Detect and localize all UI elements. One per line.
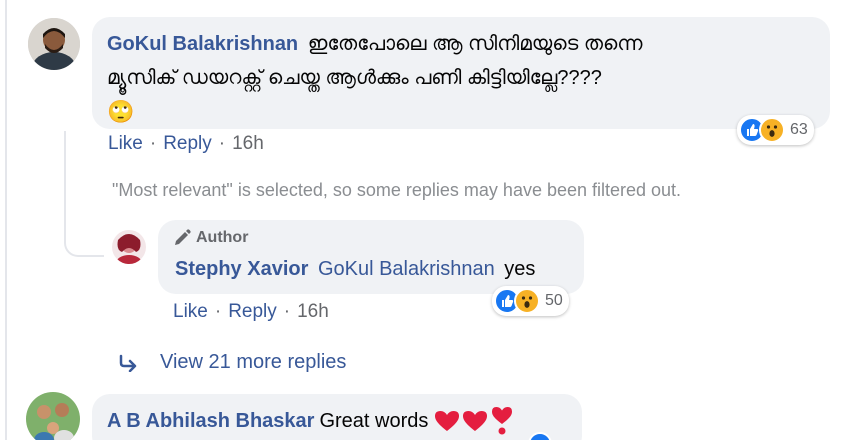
separator-dot: · [283,301,291,322]
reply-actions: Like · Reply · 16h [173,301,329,323]
filter-notice: "Most relevant" is selected, so some rep… [112,180,682,200]
comment-text-line1: ഇതേപോലെ ആ സിനിമയുടെ തന്നെ [307,33,643,55]
comment2-author-link[interactable]: A B Abhilash Bhaskar [107,410,314,433]
timestamp-link[interactable]: 16h [232,133,264,155]
author-badge: Author [172,228,248,248]
reaction-count: 63 [790,121,808,138]
wow-reaction-icon [759,117,785,143]
timestamp-link[interactable]: 16h [297,301,329,323]
comment2-text: Great words [319,409,429,432]
reply-connector [64,131,104,257]
view-more-label: View 21 more replies [160,351,347,373]
reply-button[interactable]: Reply [163,133,212,155]
reply-arrow-icon [118,354,140,372]
heart-exclamation-icon [491,406,513,436]
comment-author-link[interactable]: GoKul Balakrishnan [107,33,298,55]
heart-icon [462,409,488,433]
avatar-abhilash[interactable] [26,392,80,440]
avatar-stephy[interactable] [112,230,146,264]
like-button[interactable]: Like [173,301,208,323]
comment-body: GoKul Balakrishnan ഇതേപോലെ ആ സിനിമയുടെ ത… [107,27,822,129]
pencil-icon [172,228,192,248]
reply-button[interactable]: Reply [228,301,277,323]
reply-reactions-summary[interactable]: 50 [492,286,569,316]
heart-icon [434,409,460,433]
view-more-replies-button[interactable]: View 21 more replies [118,351,346,374]
reaction-count: 50 [545,292,563,309]
eye-roll-emoji: 🙄 [107,99,135,124]
comment-actions: Like · Reply · 16h [108,133,264,155]
reply-body: Stephy Xavior GoKul Balakrishnan yes [175,258,535,281]
reply-text: yes [504,258,536,280]
wow-reaction-icon [514,288,540,314]
avatar-gokul[interactable] [28,18,80,70]
separator-dot: · [218,133,226,154]
comment-text-line2: മ്യൂസിക് ഡയറക്റ്റ് ചെയ്ത ആൾക്കും പണി കിട… [107,67,602,89]
reply-mention-link[interactable]: GoKul Balakrishnan [318,258,495,280]
separator-dot: · [149,133,157,154]
reactions-summary[interactable]: 63 [737,115,814,145]
separator-dot: · [214,301,222,322]
thread-line [5,0,7,440]
comment2-body: A B Abhilash Bhaskar Great words [107,406,513,436]
like-button[interactable]: Like [108,133,143,155]
reply-author-link[interactable]: Stephy Xavior [175,258,308,280]
